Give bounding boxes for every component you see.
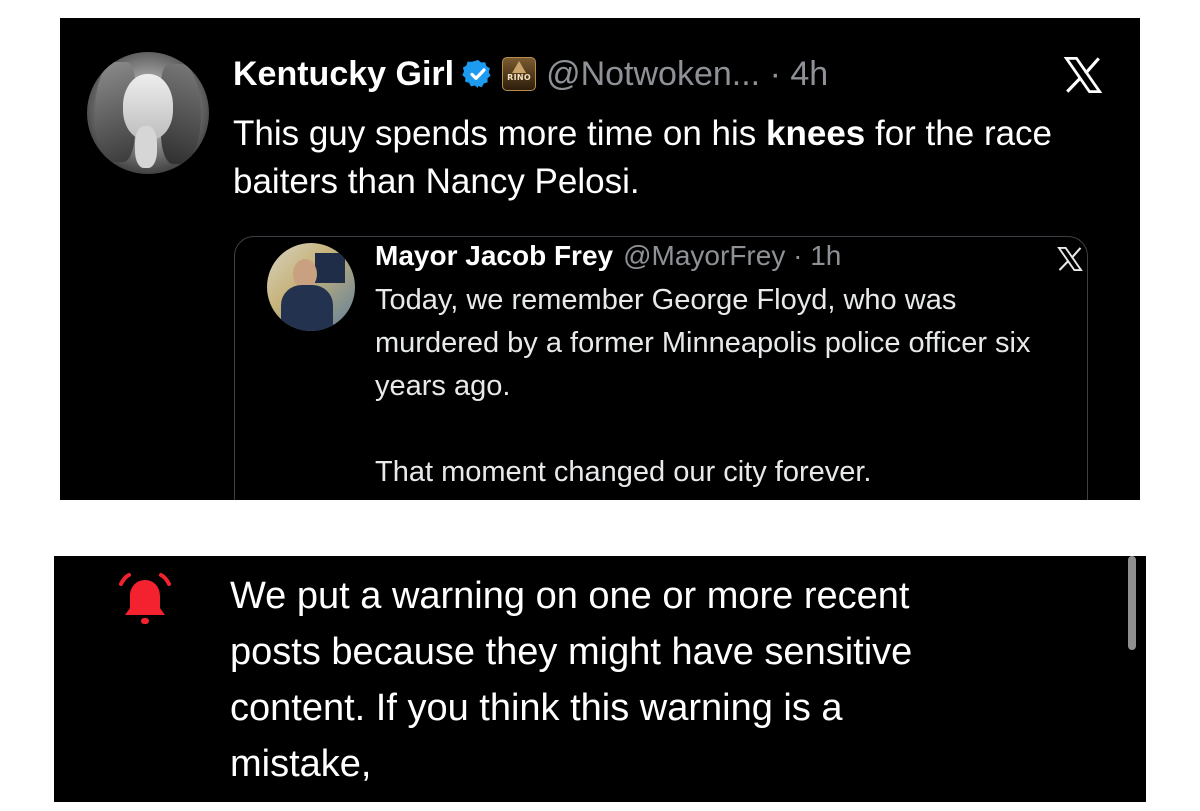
avatar-hand <box>135 126 157 168</box>
warning-notice: We put a warning on one or more recent p… <box>54 556 1146 802</box>
quote-author-name[interactable]: Mayor Jacob Frey <box>375 240 613 272</box>
tweet-text-part-1: This guy spends more time on his <box>233 114 767 153</box>
tweet-header: Kentucky Girl RINO @Notwoken... · 4h <box>233 52 828 96</box>
rino-badge: RINO <box>502 57 537 91</box>
tweet-text: This guy spends more time on his knees f… <box>233 110 1113 206</box>
warning-text: We put a warning on one or more recent p… <box>230 575 913 785</box>
handle-timestamp[interactable]: @Notwoken... · 4h <box>546 55 828 94</box>
verified-badge-icon <box>462 60 491 88</box>
x-logo-icon <box>1057 246 1083 272</box>
quote-avatar[interactable] <box>267 243 355 331</box>
quote-handle-timestamp[interactable]: @MayorFrey · 1h <box>623 240 841 272</box>
bell-icon <box>119 573 171 624</box>
rino-badge-label: RINO <box>507 73 531 82</box>
quote-header: Mayor Jacob Frey @MayorFrey · 1h <box>375 237 841 275</box>
rino-badge-emblem <box>512 61 527 73</box>
tweet-text-bold: knees <box>766 114 866 153</box>
author-name[interactable]: Kentucky Girl <box>233 55 454 94</box>
quote-avatar-sign <box>315 253 345 283</box>
tweet-card[interactable]: Kentucky Girl RINO @Notwoken... · 4h Thi… <box>60 18 1140 500</box>
quoted-tweet[interactable]: Mayor Jacob Frey @MayorFrey · 1h Today, … <box>234 236 1088 500</box>
quote-avatar-body <box>281 285 333 331</box>
avatar[interactable] <box>87 52 209 174</box>
quote-text: Today, we remember George Floyd, who was… <box>375 284 1031 488</box>
x-logo-icon <box>1063 56 1103 94</box>
scrollbar[interactable] <box>1128 556 1136 650</box>
